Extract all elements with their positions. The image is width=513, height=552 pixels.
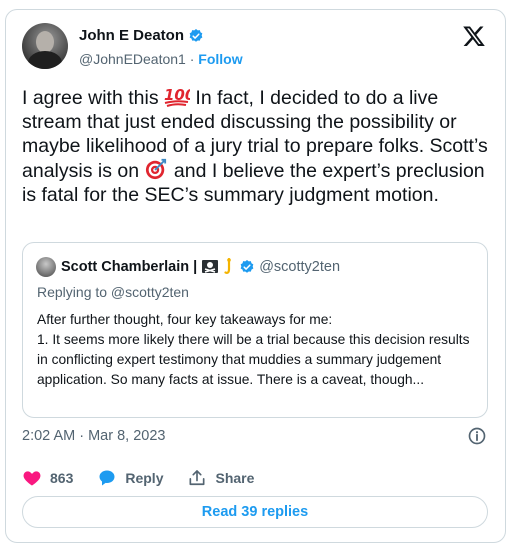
tweet-card: John E Deaton @JohnEDeaton1 · Follow I a… bbox=[5, 9, 506, 543]
reply-label: Reply bbox=[125, 470, 164, 486]
hundred-points-emoji-icon: 100 bbox=[164, 86, 190, 107]
replying-to-label: Replying to @scotty2ten bbox=[37, 284, 189, 300]
quoted-author-avatar bbox=[36, 257, 56, 277]
verified-badge-icon bbox=[189, 28, 203, 42]
direct-hit-target-emoji-icon bbox=[146, 158, 167, 180]
x-logo-icon[interactable] bbox=[462, 24, 486, 48]
quoted-author-handle: @scotty2ten bbox=[259, 259, 341, 275]
follow-button[interactable]: Follow bbox=[198, 51, 242, 67]
action-bar: 863 Reply Share bbox=[22, 468, 278, 488]
reply-bubble-icon bbox=[99, 470, 115, 486]
quoted-author-name: Scott Chamberlain | bbox=[61, 259, 198, 275]
tweet-timestamp[interactable]: 2:02 AM · Mar 8, 2023 bbox=[22, 428, 165, 444]
quoted-author-row: Scott Chamberlain | @scotty2ten bbox=[61, 258, 340, 276]
heart-icon bbox=[23, 471, 41, 486]
pirate-flag-icon bbox=[202, 260, 219, 273]
share-button[interactable]: Share bbox=[187, 468, 254, 488]
like-button[interactable]: 863 bbox=[22, 468, 73, 488]
read-replies-button[interactable]: Read 39 replies bbox=[22, 496, 488, 528]
author-name[interactable]: John E Deaton bbox=[79, 27, 184, 44]
quoted-verified-badge-icon bbox=[240, 260, 254, 273]
info-icon[interactable] bbox=[467, 426, 487, 446]
quoted-tweet-text: After further thought, four key takeaway… bbox=[37, 312, 470, 387]
quoted-tweet[interactable]: Scott Chamberlain | @scotty2ten Replying… bbox=[22, 242, 488, 418]
reply-button[interactable]: Reply bbox=[97, 468, 163, 488]
share-label: Share bbox=[215, 470, 255, 486]
author-handle-row: @JohnEDeaton1 · Follow bbox=[79, 51, 243, 67]
author-handle[interactable]: @JohnEDeaton1 bbox=[79, 51, 186, 67]
like-count: 863 bbox=[50, 470, 74, 486]
author-name-row[interactable]: John E Deaton bbox=[79, 27, 204, 44]
share-icon bbox=[189, 470, 205, 486]
tweet-text-part-1: I agree with this bbox=[22, 87, 164, 109]
author-avatar[interactable] bbox=[22, 23, 68, 69]
separator-dot: · bbox=[189, 51, 195, 67]
tweet-text: I agree with this 100 In fact, I decided… bbox=[22, 85, 492, 207]
hook-icon bbox=[224, 258, 232, 274]
